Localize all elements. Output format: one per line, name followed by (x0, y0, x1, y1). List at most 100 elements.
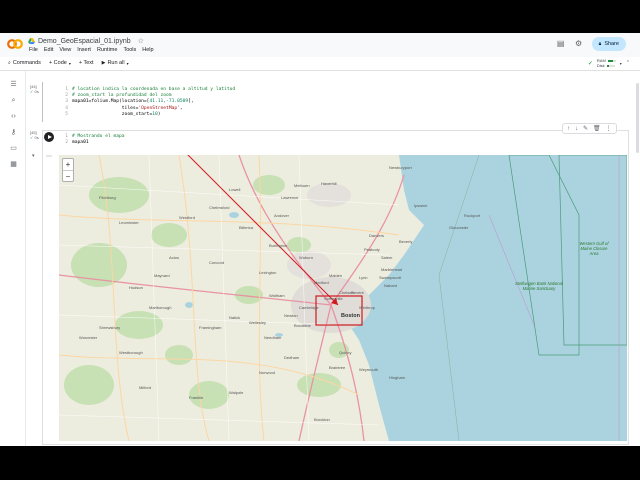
add-code-button[interactable]: + Code ▾ (49, 60, 71, 66)
search-icon[interactable]: ⌕ (9, 96, 18, 105)
page-scrollbar[interactable] (636, 83, 639, 153)
place-label-lynn: Lynn (359, 275, 368, 280)
app-header: Demo_GeoEspacial_01.ipynb ☆ File Edit Vi… (0, 33, 640, 57)
output-more-icon[interactable]: ⋯ (46, 153, 52, 160)
move-up-icon[interactable]: ↑ (567, 126, 570, 132)
collapse-output-icon[interactable]: ▾ (32, 153, 35, 159)
code-line[interactable]: 5 zoom_start=10) (62, 112, 235, 118)
place-label-gloucester: Gloucester (449, 225, 469, 230)
code-token: 41.11,-71.0509 (149, 99, 189, 105)
place-label-somerville: Somerville (324, 296, 343, 301)
secrets-key-icon[interactable]: ⚷ (9, 128, 18, 137)
cell2-code-editor[interactable]: 1 # Mostrando el mapa 2 mapa01 (62, 134, 125, 146)
menu-view[interactable]: View (59, 47, 71, 53)
run-cell-button[interactable] (44, 132, 54, 142)
place-label-needham: Needham (264, 335, 282, 340)
menu-edit[interactable]: Edit (44, 47, 53, 53)
sanctuary-label: Stellwagen Bank National Marine Sanctuar… (515, 281, 563, 291)
runtime-status[interactable]: ✓ RAM Disk ▾ ⌃ (588, 58, 630, 68)
edit-icon[interactable]: ✎ (583, 125, 588, 132)
zoom-out-button[interactable]: − (63, 170, 73, 181)
zoom-in-button[interactable]: + (63, 159, 73, 170)
place-label-maynard: Maynard (154, 273, 170, 278)
files-folder-icon[interactable]: ▭ (9, 144, 18, 153)
code-token: # Mostrando el mapa (72, 134, 125, 139)
place-label-walpole: Walpole (229, 390, 244, 395)
collapse-icon[interactable]: ⌃ (626, 60, 630, 66)
cell2-exec-info: [45] ✓ 0s (30, 130, 39, 140)
variables-table-icon[interactable]: ▦ (9, 160, 18, 169)
table-of-contents-icon[interactable]: ☰ (9, 80, 18, 89)
place-label-westborough: Westborough (119, 350, 143, 355)
add-text-label: + Text (78, 60, 94, 66)
place-label-franklin: Franklin (189, 395, 204, 400)
code-line[interactable]: 2 mapa01 (62, 140, 125, 146)
commands-label: Commands (12, 60, 41, 66)
code-token: mapa01=folium.Map(location=[ (72, 99, 150, 105)
code-token: ) (157, 111, 161, 117)
place-label-danvers: Danvers (369, 233, 384, 238)
place-label-marblehead: Marblehead (381, 267, 403, 272)
map-zoom-control: + − (62, 158, 74, 182)
place-label-salem: Salem (381, 255, 393, 260)
folium-map-output[interactable]: + − Lowell Lawrence Haverhill Andover Methue… (59, 155, 627, 441)
place-label-billerica: Billerica (239, 225, 254, 230)
code-token: # zoom_start la profundidad del zoom (72, 93, 172, 99)
place-label-haverhill: Haverhill (321, 181, 337, 186)
place-label-worcester: Worcester (79, 335, 98, 340)
menu-tools[interactable]: Tools (123, 47, 136, 53)
place-label-quincy: Quincy (339, 350, 352, 355)
place-label-woburn: Woburn (299, 255, 313, 260)
chevron-down-icon: ▾ (126, 60, 129, 66)
left-sidebar: ☰ ⌕ ‹› ⚷ ▭ ▦ (0, 71, 26, 446)
run-all-button[interactable]: ▶ Run all ▾ (102, 60, 129, 66)
comments-icon[interactable]: ▤ (556, 39, 566, 49)
place-label-andover: Andover (274, 213, 289, 218)
place-label-swampscott: Swampscott (379, 275, 401, 280)
cell1-exec-info: [44] ✓ 0s (30, 84, 39, 94)
run-all-label: Run all (107, 60, 125, 66)
place-label-dedham: Dedham (284, 355, 300, 360)
place-label-nahant: Nahant (384, 283, 397, 288)
place-label-marlborough: Marlborough (149, 305, 172, 310)
menu-runtime[interactable]: Runtime (97, 47, 117, 53)
place-label-burlington: Burlington (269, 243, 288, 248)
place-label-brookline: Brookline (294, 323, 311, 328)
colab-window: Demo_GeoEspacial_01.ipynb ☆ File Edit Vi… (0, 33, 640, 446)
map-tiles (59, 155, 627, 441)
place-label-wellesley: Wellesley (249, 320, 267, 325)
header-actions: ▤ ⚙ 🔒︎ Share (556, 37, 626, 51)
chevron-down-icon: ▾ (68, 60, 71, 66)
code-token: ], (188, 99, 194, 105)
place-label-leominster: Leominster (119, 220, 139, 225)
colab-logo-icon[interactable] (7, 38, 23, 50)
place-label-fitchburg: Fitchburg (99, 195, 116, 200)
code-snippets-icon[interactable]: ‹› (9, 112, 18, 121)
place-label-chelsea: Chelsea (339, 290, 354, 295)
menu-help[interactable]: Help (142, 47, 153, 53)
cell1-code-editor[interactable]: 1 # location indica la coordenada en base… (62, 87, 235, 118)
notebook-title[interactable]: Demo_GeoEspacial_01.ipynb (38, 38, 131, 45)
menu-insert[interactable]: Insert (77, 47, 91, 53)
menu-file[interactable]: File (29, 47, 38, 53)
place-label-methuen: Methuen (294, 183, 310, 188)
place-label-rockport: Rockport (464, 213, 481, 218)
more-options-icon[interactable]: ⋮ (606, 125, 612, 132)
settings-gear-icon[interactable]: ⚙ (574, 39, 584, 49)
share-label: Share (604, 41, 619, 47)
chevron-down-icon[interactable]: ▾ (620, 61, 622, 66)
place-label-acton: Acton (169, 255, 180, 260)
move-down-icon[interactable]: ↓ (575, 126, 578, 132)
star-icon[interactable]: ☆ (138, 37, 144, 45)
place-label-concord: Concord (209, 260, 225, 265)
place-label-westford: Westford (179, 215, 195, 220)
google-drive-icon (28, 38, 35, 44)
commands-button[interactable]: ⌕ Commands (8, 60, 41, 66)
search-icon: ⌕ (8, 60, 11, 66)
share-button[interactable]: 🔒︎ Share (591, 37, 626, 51)
menu-bar: File Edit View Insert Runtime Tools Help (29, 47, 154, 53)
add-text-button[interactable]: + Text (79, 60, 94, 66)
cell1-check-icon: ✓ (30, 89, 34, 94)
connected-check-icon: ✓ (587, 60, 593, 67)
delete-icon[interactable]: 🗑︎ (593, 125, 601, 132)
